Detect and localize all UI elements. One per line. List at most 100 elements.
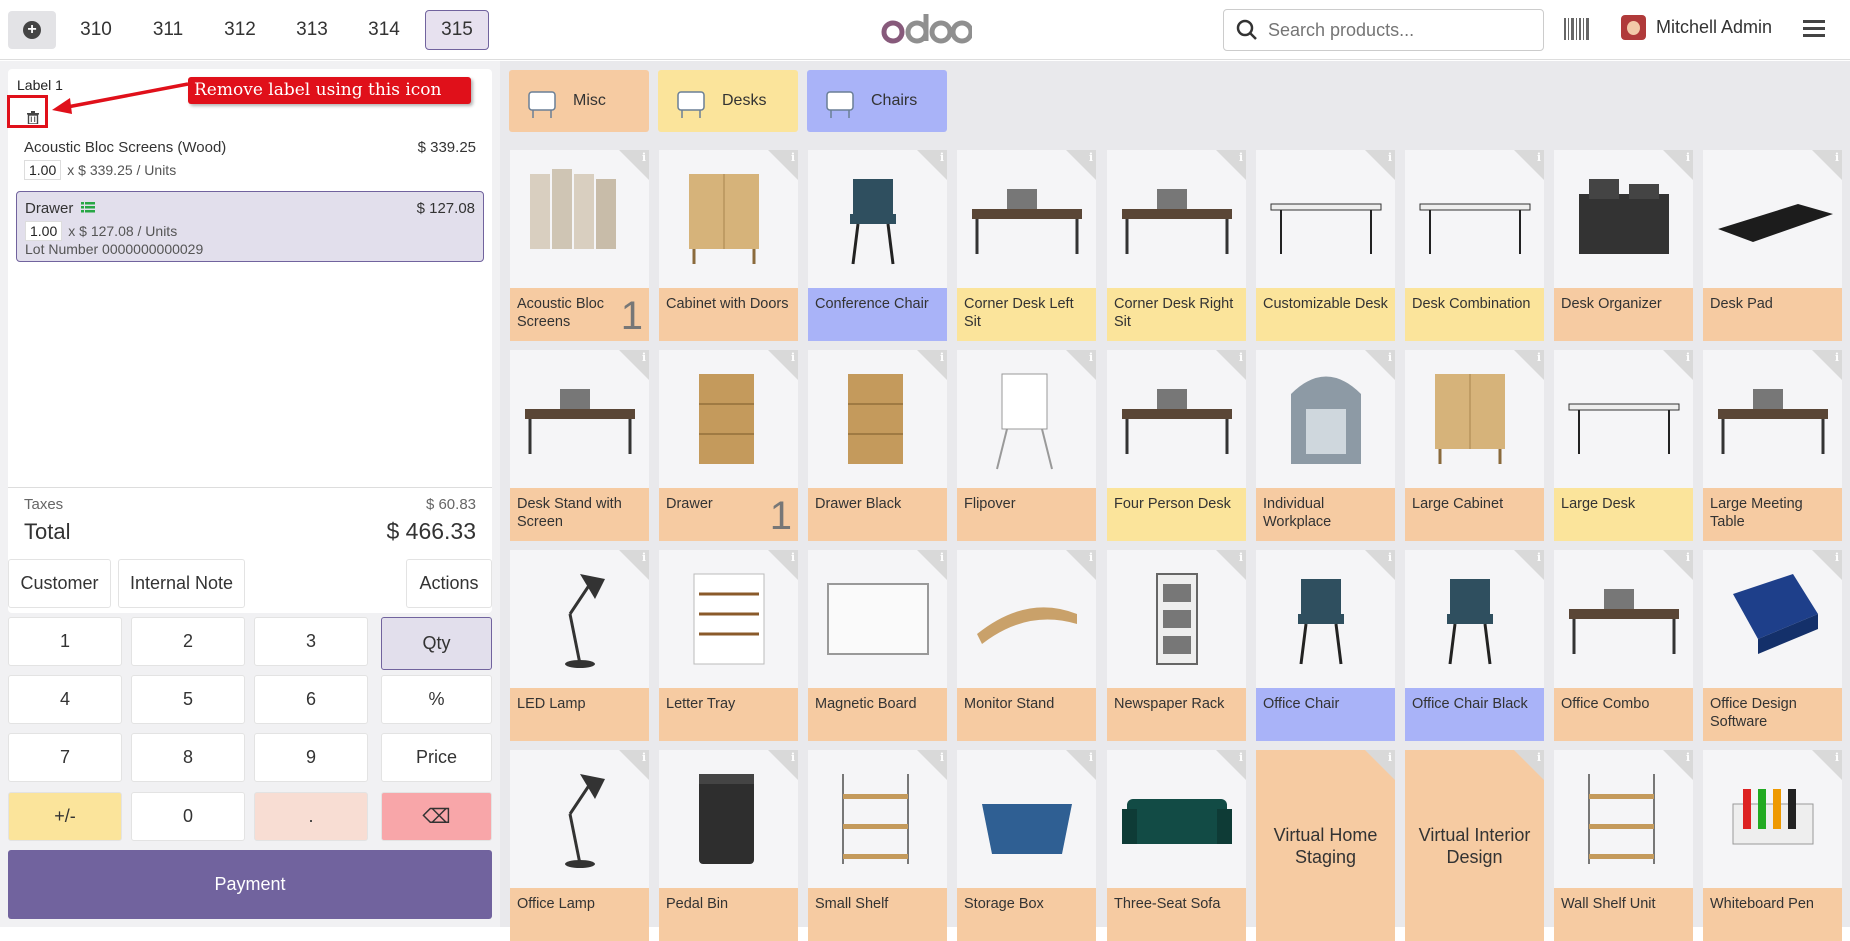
info-icon[interactable]: i bbox=[1686, 151, 1690, 164]
backspace-button[interactable]: ⌫ bbox=[381, 792, 492, 841]
order-tab[interactable]: 314 bbox=[352, 10, 416, 50]
numpad-key-8[interactable]: 8 bbox=[131, 733, 245, 782]
product-card[interactable]: Cabinet with Doors i bbox=[659, 150, 798, 341]
barcode-icon[interactable] bbox=[1564, 18, 1590, 40]
discount-mode-button[interactable]: % bbox=[381, 675, 492, 724]
product-card[interactable]: Individual Workplace i bbox=[1256, 350, 1395, 541]
info-icon[interactable]: i bbox=[1239, 351, 1243, 364]
info-icon[interactable]: i bbox=[642, 351, 646, 364]
order-tab[interactable]: 313 bbox=[280, 10, 344, 50]
payment-button[interactable]: Payment bbox=[8, 850, 492, 919]
info-icon[interactable]: i bbox=[1537, 751, 1541, 764]
category-desks[interactable]: Desks bbox=[658, 70, 798, 132]
product-card[interactable]: Desk Pad i bbox=[1703, 150, 1842, 341]
product-card[interactable]: Drawer Black i bbox=[808, 350, 947, 541]
order-line-selected[interactable]: Drawer $ 127.08 1.00 x $ 127.08 / Units L… bbox=[16, 191, 484, 262]
product-card[interactable]: Office Combo i bbox=[1554, 550, 1693, 741]
product-card[interactable]: Desk Stand with Screen i bbox=[510, 350, 649, 541]
product-card[interactable]: Drawer 1 i bbox=[659, 350, 798, 541]
product-card[interactable]: Office Chair i bbox=[1256, 550, 1395, 741]
product-card[interactable]: Newspaper Rack i bbox=[1107, 550, 1246, 741]
info-icon[interactable]: i bbox=[642, 551, 646, 564]
product-card[interactable]: Customizable Desk i bbox=[1256, 150, 1395, 341]
product-card[interactable]: Monitor Stand i bbox=[957, 550, 1096, 741]
info-icon[interactable]: i bbox=[1537, 151, 1541, 164]
category-misc[interactable]: Misc bbox=[509, 70, 649, 132]
numpad-key-1[interactable]: 1 bbox=[8, 617, 122, 666]
order-tab[interactable]: 310 bbox=[64, 10, 128, 50]
category-chairs[interactable]: Chairs bbox=[807, 70, 947, 132]
product-card[interactable]: Wall Shelf Unit i bbox=[1554, 750, 1693, 941]
info-icon[interactable]: i bbox=[1835, 751, 1839, 764]
qty-mode-button[interactable]: Qty bbox=[381, 617, 492, 670]
product-card[interactable]: Corner Desk Left Sit i bbox=[957, 150, 1096, 341]
product-card[interactable]: Desk Organizer i bbox=[1554, 150, 1693, 341]
order-tab-active[interactable]: 315 bbox=[425, 10, 489, 50]
numpad-key-2[interactable]: 2 bbox=[131, 617, 245, 666]
numpad-key-0[interactable]: 0 bbox=[131, 792, 245, 841]
info-icon[interactable]: i bbox=[940, 151, 944, 164]
info-icon[interactable]: i bbox=[940, 751, 944, 764]
info-icon[interactable]: i bbox=[1089, 551, 1093, 564]
order-tab[interactable]: 312 bbox=[208, 10, 272, 50]
product-card[interactable]: Three-Seat Sofa i bbox=[1107, 750, 1246, 941]
product-card[interactable]: Magnetic Board i bbox=[808, 550, 947, 741]
sign-toggle-button[interactable]: +/- bbox=[8, 792, 122, 841]
user-menu[interactable]: Mitchell Admin bbox=[1621, 15, 1772, 40]
product-card[interactable]: Desk Combination i bbox=[1405, 150, 1544, 341]
product-card[interactable]: Conference Chair i bbox=[808, 150, 947, 341]
product-card[interactable]: Whiteboard Pen i bbox=[1703, 750, 1842, 941]
numpad-key-4[interactable]: 4 bbox=[8, 675, 122, 724]
actions-button[interactable]: Actions bbox=[406, 559, 492, 608]
product-card[interactable]: Large Desk i bbox=[1554, 350, 1693, 541]
product-card[interactable]: Large Meeting Table i bbox=[1703, 350, 1842, 541]
product-card[interactable]: Virtual Home Staging i bbox=[1256, 750, 1395, 941]
info-icon[interactable]: i bbox=[1239, 551, 1243, 564]
info-icon[interactable]: i bbox=[791, 151, 795, 164]
info-icon[interactable]: i bbox=[940, 351, 944, 364]
price-mode-button[interactable]: Price bbox=[381, 733, 492, 782]
product-card[interactable]: Office Design Software i bbox=[1703, 550, 1842, 741]
product-card[interactable]: Office Lamp i bbox=[510, 750, 649, 941]
info-icon[interactable]: i bbox=[940, 551, 944, 564]
info-icon[interactable]: i bbox=[1388, 151, 1392, 164]
product-card[interactable]: Flipover i bbox=[957, 350, 1096, 541]
lot-list-icon[interactable] bbox=[80, 202, 95, 213]
info-icon[interactable]: i bbox=[1686, 351, 1690, 364]
product-card[interactable]: Office Chair Black i bbox=[1405, 550, 1544, 741]
info-icon[interactable]: i bbox=[791, 351, 795, 364]
info-icon[interactable]: i bbox=[1537, 351, 1541, 364]
info-icon[interactable]: i bbox=[1835, 151, 1839, 164]
info-icon[interactable]: i bbox=[642, 151, 646, 164]
info-icon[interactable]: i bbox=[1686, 751, 1690, 764]
info-icon[interactable]: i bbox=[1239, 751, 1243, 764]
numpad-key-9[interactable]: 9 bbox=[254, 733, 368, 782]
info-icon[interactable]: i bbox=[1835, 551, 1839, 564]
product-card[interactable]: Pedal Bin i bbox=[659, 750, 798, 941]
info-icon[interactable]: i bbox=[1388, 751, 1392, 764]
product-card[interactable]: Small Shelf i bbox=[808, 750, 947, 941]
info-icon[interactable]: i bbox=[1686, 551, 1690, 564]
info-icon[interactable]: i bbox=[791, 551, 795, 564]
numpad-key-5[interactable]: 5 bbox=[131, 675, 245, 724]
new-order-button[interactable]: + bbox=[8, 11, 56, 49]
product-card[interactable]: Large Cabinet i bbox=[1405, 350, 1544, 541]
menu-icon[interactable] bbox=[1803, 20, 1825, 38]
order-line[interactable]: Acoustic Bloc Screens (Wood) $ 339.25 1.… bbox=[16, 131, 484, 188]
product-card[interactable]: Four Person Desk i bbox=[1107, 350, 1246, 541]
product-card[interactable]: Corner Desk Right Sit i bbox=[1107, 150, 1246, 341]
product-card[interactable]: Letter Tray i bbox=[659, 550, 798, 741]
numpad-key-3[interactable]: 3 bbox=[254, 617, 368, 666]
info-icon[interactable]: i bbox=[642, 751, 646, 764]
order-tab[interactable]: 311 bbox=[136, 10, 200, 50]
info-icon[interactable]: i bbox=[1089, 751, 1093, 764]
info-icon[interactable]: i bbox=[1239, 151, 1243, 164]
numpad-key-6[interactable]: 6 bbox=[254, 675, 368, 724]
info-icon[interactable]: i bbox=[1835, 351, 1839, 364]
info-icon[interactable]: i bbox=[1388, 351, 1392, 364]
product-card[interactable]: LED Lamp i bbox=[510, 550, 649, 741]
info-icon[interactable]: i bbox=[791, 751, 795, 764]
customer-button[interactable]: Customer bbox=[8, 559, 111, 608]
info-icon[interactable]: i bbox=[1089, 351, 1093, 364]
info-icon[interactable]: i bbox=[1388, 551, 1392, 564]
